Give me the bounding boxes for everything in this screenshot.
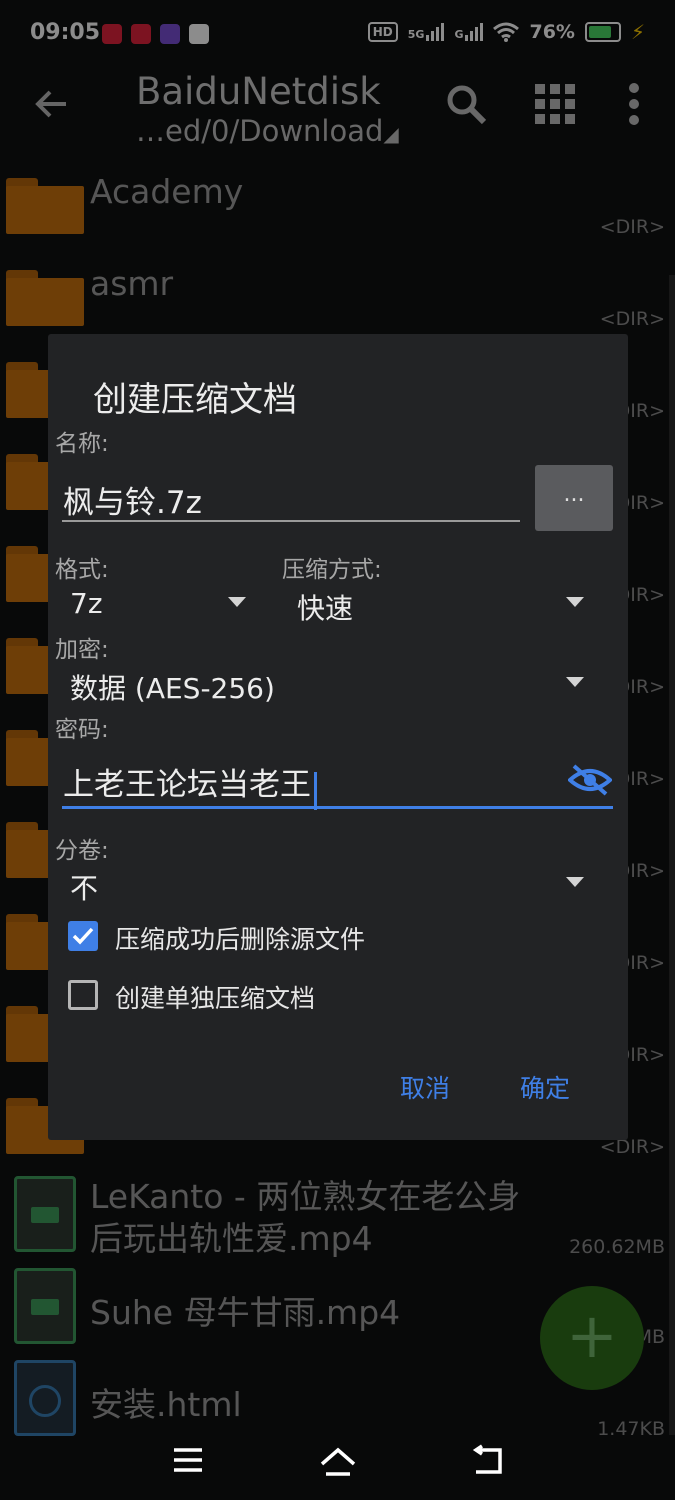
format-dropdown-icon[interactable] — [228, 597, 246, 607]
encrypt-label: 加密: — [55, 637, 109, 663]
split-label: 分卷: — [55, 838, 109, 864]
dialog-title: 创建压缩文档 — [93, 380, 297, 420]
format-label: 格式: — [55, 557, 109, 583]
ok-button[interactable]: 确定 — [520, 1069, 570, 1105]
delete-source-checkbox[interactable] — [68, 921, 98, 951]
system-nav-bar — [0, 1430, 675, 1500]
create-archive-dialog: 创建压缩文档 名称: 枫与铃.7z ... 格式: 压缩方式: 7z 快速 加密… — [48, 334, 628, 1140]
menu-icon[interactable] — [172, 1444, 204, 1480]
password-input[interactable]: 上老王论坛当老王 — [63, 759, 317, 810]
encrypt-dropdown-icon[interactable] — [566, 677, 584, 687]
method-label: 压缩方式: — [282, 557, 382, 583]
name-label: 名称: — [55, 431, 109, 457]
cancel-button[interactable]: 取消 — [400, 1069, 450, 1105]
format-select[interactable]: 7z — [70, 587, 103, 620]
home-icon[interactable] — [318, 1444, 358, 1482]
archive-name-input[interactable]: 枫与铃.7z — [63, 477, 202, 522]
separate-archive-label[interactable]: 创建单独压缩文档 — [115, 979, 315, 1015]
split-dropdown-icon[interactable] — [566, 877, 584, 887]
split-select[interactable]: 不 — [70, 867, 98, 907]
password-value: 上老王论坛当老王 — [63, 767, 311, 803]
text-cursor — [314, 771, 317, 810]
password-underline — [62, 806, 613, 809]
browse-button[interactable]: ... — [535, 465, 613, 531]
encrypt-select[interactable]: 数据 (AES-256) — [70, 667, 275, 707]
separate-archive-checkbox[interactable] — [68, 980, 98, 1010]
back-icon[interactable] — [470, 1444, 504, 1482]
password-label: 密码: — [55, 717, 109, 743]
method-dropdown-icon[interactable] — [566, 597, 584, 607]
check-icon — [72, 927, 94, 945]
delete-source-label[interactable]: 压缩成功后删除源文件 — [115, 920, 365, 956]
method-select[interactable]: 快速 — [297, 587, 353, 627]
name-underline — [62, 520, 520, 522]
visibility-off-icon[interactable] — [568, 762, 612, 798]
